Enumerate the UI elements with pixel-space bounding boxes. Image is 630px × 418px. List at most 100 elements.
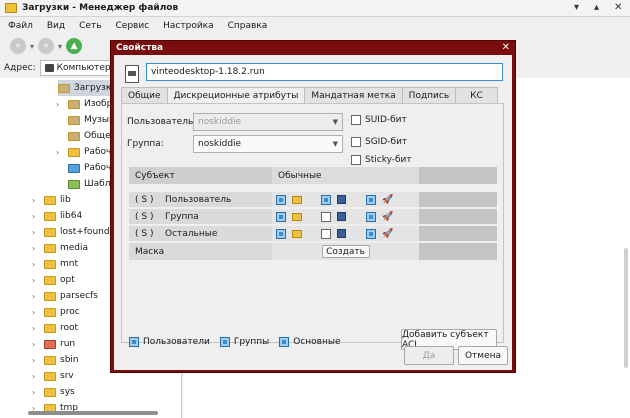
tab-ks[interactable]: КС — [455, 87, 498, 103]
expand-icon[interactable]: › — [32, 276, 40, 285]
table-row[interactable]: ( S ) Остальные 🚀 — [129, 224, 497, 241]
filter-groups-checkbox[interactable]: Группы — [219, 337, 269, 347]
back-dropdown-icon[interactable]: ▾ — [30, 42, 34, 51]
expand-icon[interactable]: › — [32, 388, 40, 397]
sgid-check-icon[interactable] — [351, 137, 361, 147]
write-checkbox[interactable] — [321, 194, 331, 205]
tab-signature[interactable]: Подпись — [401, 87, 457, 103]
close-icon[interactable]: ✕ — [614, 2, 622, 13]
forward-icon[interactable]: » — [38, 38, 55, 54]
expand-icon[interactable]: › — [32, 356, 40, 365]
tree-item-root-folder[interactable]: › lib64 — [32, 208, 82, 224]
row-filler — [419, 209, 497, 224]
table-row[interactable]: ( S ) Группа 🚀 — [129, 207, 497, 224]
horizontal-scrollbar[interactable] — [28, 411, 158, 415]
expand-icon[interactable]: › — [32, 244, 40, 253]
menu-help[interactable]: Справка — [228, 21, 268, 31]
maximize-icon[interactable]: ▴ — [594, 2, 599, 13]
filter-users-checkbox[interactable]: Пользователи — [129, 337, 210, 347]
expand-icon[interactable]: › — [32, 292, 40, 301]
read-folder-icon — [292, 229, 302, 238]
vertical-scrollbar[interactable] — [624, 248, 628, 368]
pictures-folder-icon — [68, 99, 80, 109]
forward-dropdown-icon[interactable]: ▾ — [58, 42, 62, 51]
tree-item-label: root — [60, 323, 79, 333]
expand-icon[interactable]: › — [32, 372, 40, 381]
tab-mandatory-label[interactable]: Мандатная метка — [304, 87, 403, 103]
dialog-close-icon[interactable]: ✕ — [502, 42, 510, 53]
tree-item-label: media — [60, 243, 89, 253]
minimize-icon[interactable]: ▾ — [574, 2, 579, 13]
folder-icon — [44, 275, 56, 285]
file-icon — [125, 65, 139, 83]
sticky-label: Sticky-бит — [365, 155, 412, 165]
execute-checkbox[interactable] — [366, 211, 376, 222]
table-row[interactable]: ( S ) Пользователь 🚀 — [129, 190, 497, 207]
menu-file[interactable]: Файл — [8, 21, 33, 31]
menu-network[interactable]: Сеть — [79, 21, 101, 31]
expand-icon[interactable]: › — [32, 308, 40, 317]
menu-view[interactable]: Вид — [47, 21, 65, 31]
ok-button[interactable]: Да — [404, 346, 454, 365]
group-select[interactable]: noskiddie ▼ — [193, 135, 343, 153]
create-mask-button[interactable]: Создать — [321, 245, 370, 258]
tree-item-pictures[interactable]: › Изобра — [56, 96, 118, 112]
expand-icon[interactable]: › — [32, 228, 40, 237]
tree-item-label: run — [60, 339, 76, 349]
tree-item-root-folder[interactable]: › sys — [32, 384, 75, 400]
row-subject: Остальные — [165, 228, 218, 239]
cancel-button[interactable]: Отмена — [458, 346, 508, 365]
mask-label: Маска — [135, 246, 165, 257]
suid-checkbox[interactable]: SUID-бит — [351, 115, 407, 125]
tree-item-root-folder[interactable]: › srv — [32, 368, 74, 384]
sticky-checkbox[interactable]: Sticky-бит — [351, 155, 412, 165]
read-checkbox[interactable] — [276, 194, 286, 205]
suid-check-icon[interactable] — [351, 115, 361, 125]
expand-icon[interactable]: › — [56, 100, 64, 109]
sticky-check-icon[interactable] — [351, 155, 361, 165]
tree-item-root-folder[interactable]: › media — [32, 240, 88, 256]
tree-item-root-folder[interactable]: › lib — [32, 192, 71, 208]
rocket-icon: 🚀 — [382, 211, 394, 222]
music-folder-icon — [68, 115, 80, 125]
tree-item-root-folder[interactable]: › root — [32, 320, 78, 336]
tab-discretionary[interactable]: Дискреционные атрибуты — [166, 87, 306, 103]
menu-service[interactable]: Сервис — [116, 21, 150, 31]
expand-icon[interactable]: › — [32, 212, 40, 221]
breadcrumb-label: Компьютер — [56, 63, 111, 73]
tree-item-root-folder[interactable]: › proc — [32, 304, 80, 320]
up-icon[interactable]: ▲ — [66, 38, 83, 54]
tree-item-root-folder[interactable]: › parsecfs — [32, 288, 98, 304]
expand-icon[interactable]: › — [32, 340, 40, 349]
sgid-label: SGID-бит — [365, 137, 408, 147]
expand-icon[interactable]: › — [56, 148, 64, 157]
tree-item-root-folder[interactable]: › mnt — [32, 256, 78, 272]
tree-item-root-folder[interactable]: › lost+found — [32, 224, 110, 240]
expand-icon[interactable]: › — [32, 260, 40, 269]
tab-general[interactable]: Общие — [121, 87, 168, 103]
write-checkbox[interactable] — [321, 211, 331, 222]
filename-input[interactable]: vinteodesktop-1.18.2.run — [146, 63, 503, 81]
menu-settings[interactable]: Настройка — [163, 21, 214, 31]
user-select[interactable]: noskiddie ▼ — [193, 113, 343, 131]
filter-groups-check-icon[interactable] — [219, 337, 230, 347]
back-icon[interactable]: « — [10, 38, 26, 54]
filter-basic-checkbox[interactable]: Основные — [279, 337, 341, 347]
tree-item-root-folder[interactable]: › sbin — [32, 352, 79, 368]
tree-item-root-folder[interactable]: › run — [32, 336, 75, 352]
write-checkbox[interactable] — [321, 228, 331, 239]
execute-checkbox[interactable] — [366, 194, 376, 205]
tree-item-label: srv — [60, 371, 74, 381]
save-disk-icon — [337, 229, 346, 238]
execute-checkbox[interactable] — [366, 228, 376, 239]
read-checkbox[interactable] — [276, 211, 286, 222]
sgid-checkbox[interactable]: SGID-бит — [351, 137, 407, 147]
expand-icon[interactable]: › — [32, 324, 40, 333]
tree-item-root-folder[interactable]: › opt — [32, 272, 75, 288]
downloads-folder-icon — [58, 83, 70, 93]
filter-basic-check-icon[interactable] — [279, 337, 290, 347]
read-checkbox[interactable] — [276, 228, 286, 239]
filter-users-check-icon[interactable] — [129, 337, 139, 347]
tree-item-desktop-1[interactable]: › Рабочи — [56, 144, 117, 160]
expand-icon[interactable]: › — [32, 196, 40, 205]
